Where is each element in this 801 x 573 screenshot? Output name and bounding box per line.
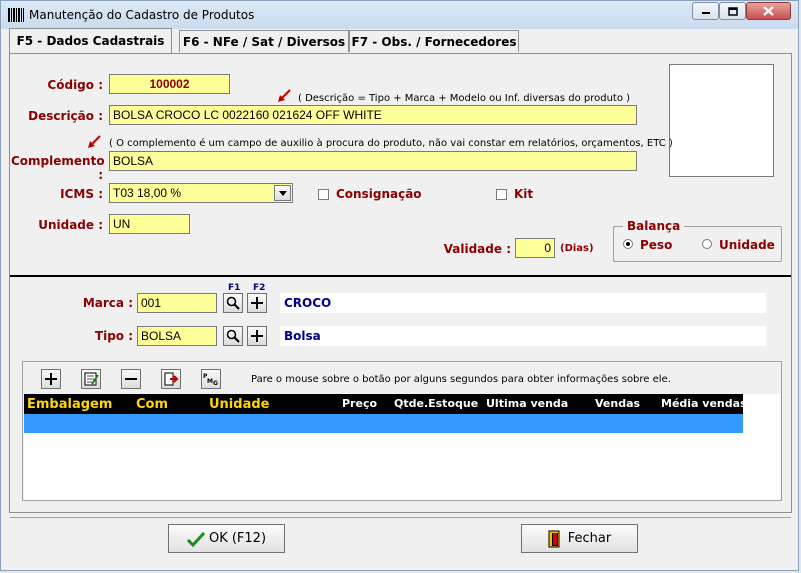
pmg-button[interactable]: PMG	[201, 369, 221, 389]
pmg-icon: PM G	[203, 373, 218, 386]
section-divider	[10, 275, 791, 277]
marca-search-button[interactable]	[223, 293, 243, 313]
kit-checkbox[interactable]	[496, 189, 507, 200]
descricao-label: Descrição :	[28, 109, 103, 123]
balanca-title: Balança	[623, 219, 685, 233]
plus-icon	[251, 330, 263, 342]
unidade-label: Unidade :	[38, 218, 103, 232]
red-arrow-icon	[88, 135, 101, 148]
consignacao-label: Consignação	[336, 187, 422, 201]
marca-label: Marca :	[82, 296, 133, 310]
toolbar-hint: Pare o mouse sobre o botão por alguns se…	[251, 374, 671, 385]
descricao-field[interactable]: BOLSA CROCO LC 0022160 021624 OFF WHITE	[109, 105, 637, 125]
col-embalagem: Embalagem	[27, 397, 113, 412]
complemento-field[interactable]: BOLSA	[109, 151, 637, 171]
peso-radio[interactable]	[623, 239, 633, 249]
maximize-icon	[727, 6, 738, 16]
marca-add-button[interactable]	[247, 293, 267, 313]
plus-icon	[251, 297, 263, 309]
maximize-button[interactable]	[719, 2, 746, 20]
product-image-box[interactable]	[669, 64, 774, 177]
icms-dropdown-button[interactable]	[274, 185, 291, 201]
icms-select-value: T03 18,00 %	[113, 186, 182, 200]
tipo-label: Tipo :	[94, 329, 133, 343]
validade-unit: (Dias)	[560, 243, 594, 254]
chevron-down-icon	[278, 190, 287, 196]
close-icon	[763, 6, 774, 16]
col-ultima-venda: Ultima venda	[486, 397, 569, 410]
validade-field[interactable]: 0	[515, 238, 555, 258]
tipo-search-button[interactable]	[223, 326, 243, 346]
col-qtde-estoque: Qtde.Estoque	[394, 397, 479, 410]
f2-label: F2	[253, 283, 266, 293]
tipo-add-button[interactable]	[247, 326, 267, 346]
tab-obs-fornecedores[interactable]: F7 - Obs. / Fornecedores	[349, 30, 519, 52]
kit-label: Kit	[514, 187, 534, 201]
tab-nfe-sat-diversos[interactable]: F6 - NFe / Sat / Diversos	[179, 30, 349, 52]
product-maintenance-window: Manutenção do Cadastro de Produtos F5 - …	[0, 0, 799, 571]
title-bar: Manutenção do Cadastro de Produtos	[1, 1, 798, 29]
marca-description: CROCO	[280, 293, 766, 313]
plus-icon	[45, 373, 57, 385]
validade-label: Validade :	[443, 242, 511, 256]
barcode-icon	[8, 8, 24, 22]
export-icon	[164, 372, 179, 386]
export-packaging-button[interactable]	[161, 369, 181, 389]
fechar-button-label: Fechar	[567, 531, 612, 546]
remove-packaging-button[interactable]	[121, 369, 141, 389]
col-preco: Preço	[342, 397, 378, 410]
checkmark-icon	[186, 531, 205, 547]
marca-code-field[interactable]: 001	[137, 293, 217, 313]
window-title: Manutenção do Cadastro de Produtos	[29, 8, 255, 22]
consignacao-checkbox[interactable]	[318, 189, 329, 200]
search-icon	[226, 296, 240, 310]
grid-selected-row[interactable]	[24, 414, 743, 433]
unidade-field[interactable]: UN	[109, 214, 190, 234]
ok-button-label: OK (F12)	[208, 531, 267, 546]
complemento-label: Complemento :	[11, 154, 105, 182]
tipo-description: Bolsa	[280, 326, 766, 346]
descricao-note: ( Descrição = Tipo + Marca + Modelo ou I…	[298, 93, 631, 104]
col-vendas: Vendas	[595, 397, 641, 410]
edit-document-icon	[84, 372, 99, 386]
icms-select[interactable]: T03 18,00 %	[109, 183, 293, 203]
peso-label: Peso	[640, 238, 673, 252]
radio-dot	[626, 242, 630, 246]
tipo-code-field[interactable]: BOLSA	[137, 326, 217, 346]
search-icon	[226, 329, 240, 343]
unidade-radio[interactable]	[702, 239, 712, 249]
minimize-icon	[701, 12, 710, 14]
minimize-button[interactable]	[692, 2, 719, 20]
col-media-vendas: Média vendas	[661, 397, 747, 410]
col-unidade: Unidade	[209, 397, 270, 412]
complemento-note: ( O complemento é um campo de auxilio à …	[109, 138, 673, 149]
edit-packaging-button[interactable]	[81, 369, 101, 389]
icms-label: ICMS :	[60, 187, 103, 201]
svg-text:G: G	[213, 380, 218, 386]
add-packaging-button[interactable]	[41, 369, 61, 389]
close-button[interactable]	[746, 2, 791, 20]
balanca-unidade-label: Unidade	[719, 238, 775, 252]
fechar-button[interactable]: Fechar	[521, 524, 638, 553]
codigo-label: Código :	[47, 78, 103, 92]
codigo-field[interactable]: 100002	[109, 74, 230, 94]
f1-label: F1	[228, 283, 241, 293]
minus-icon	[125, 378, 137, 380]
grid-header: Embalagem Com Unidade Preço Qtde.Estoque…	[24, 394, 747, 414]
ok-button[interactable]: OK (F12)	[168, 524, 285, 553]
col-com: Com	[136, 397, 169, 412]
exit-door-icon	[548, 530, 560, 547]
tab-dados-cadastrais[interactable]: F5 - Dados Cadastrais	[9, 28, 172, 53]
bottom-divider	[10, 517, 791, 518]
red-arrow-icon	[278, 89, 291, 102]
